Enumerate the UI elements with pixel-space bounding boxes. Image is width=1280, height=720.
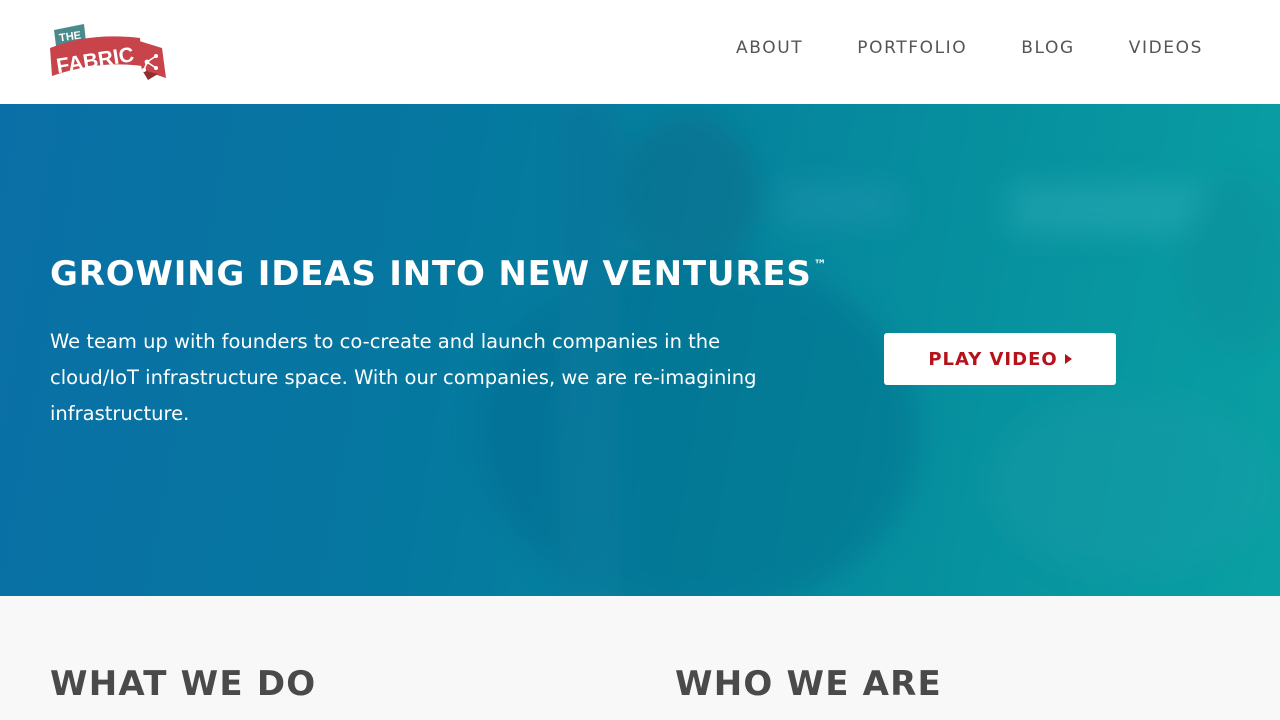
nav-link-blog[interactable]: BLOG (1021, 38, 1074, 58)
fabric-logo-icon: THE FABRIC (50, 24, 166, 80)
hero-title: GROWING IDEAS INTO NEW VENTURES ™ (50, 254, 827, 294)
hero-description: We team up with founders to co-create an… (50, 330, 757, 425)
nav-link-about[interactable]: ABOUT (736, 38, 803, 58)
hero-title-text: GROWING IDEAS INTO NEW VENTURES (50, 254, 812, 294)
site-header: THE FABRIC ABOUT PORTFOLIO BLOG VIDEOS (0, 0, 1280, 104)
nav-link-videos[interactable]: VIDEOS (1129, 38, 1203, 58)
main-nav: ABOUT PORTFOLIO BLOG VIDEOS (736, 38, 1203, 58)
what-we-do-heading: WHAT WE DO (50, 664, 317, 704)
site-logo[interactable]: THE FABRIC (50, 22, 170, 84)
play-video-label: PLAY VIDEO (928, 348, 1058, 370)
trademark-symbol: ™ (813, 258, 828, 273)
nav-link-portfolio[interactable]: PORTFOLIO (857, 38, 967, 58)
play-video-button[interactable]: PLAY VIDEO (884, 333, 1116, 385)
play-triangle-icon (1064, 354, 1072, 364)
who-we-are-heading: WHO WE ARE (675, 664, 942, 704)
hero-banner: GROWING IDEAS INTO NEW VENTURES ™ We team… (0, 104, 1280, 596)
content-section: WHAT WE DO WHO WE ARE (0, 596, 1280, 720)
